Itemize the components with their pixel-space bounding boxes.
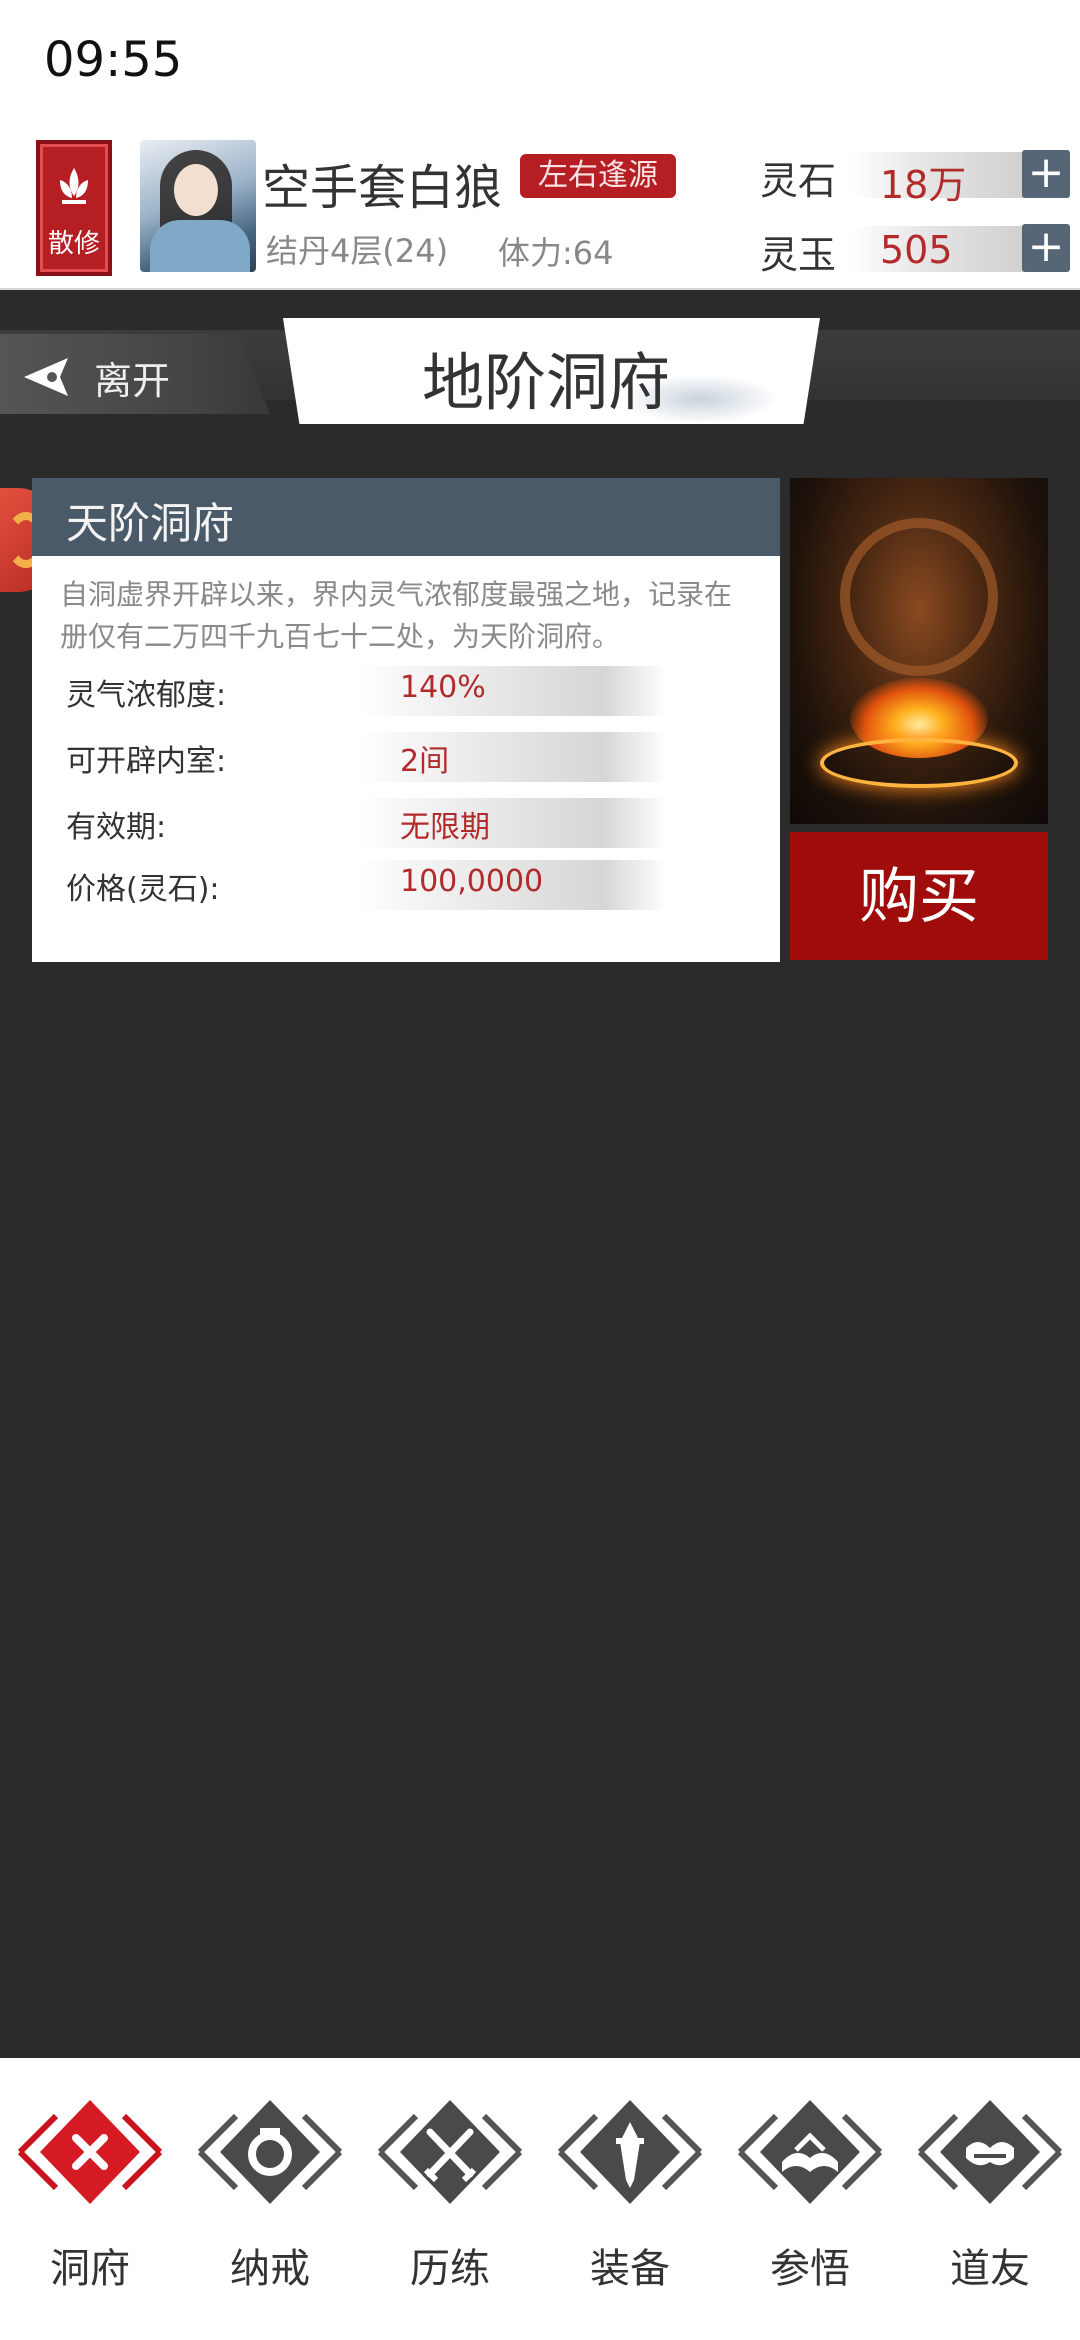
crossed-swords-icon [377, 2100, 523, 2204]
sword-icon [557, 2100, 703, 2204]
nav-label: 历练 [410, 2246, 490, 2292]
plus-icon[interactable]: + [1022, 224, 1070, 272]
info-value: 140% [400, 670, 486, 705]
cave-preview-image [790, 478, 1048, 824]
info-value: 2间 [400, 744, 450, 779]
nav-item-friends[interactable]: 道友 [900, 2058, 1080, 2340]
nav-item-equipment[interactable]: 装备 [540, 2058, 720, 2340]
cave-card: 天阶洞府 自洞虚界开辟以来，界内灵气浓郁度最强之地，记录在册仅有二万四千九百七十… [32, 478, 780, 962]
info-row: 价格(灵石): 100,0000 [66, 856, 746, 912]
info-label: 可开辟内室: [66, 744, 227, 779]
info-value: 无限期 [400, 810, 490, 845]
nav-label: 装备 [590, 2246, 670, 2292]
sect-label: 散修 [47, 229, 100, 259]
title-tab: 地阶洞府 [282, 318, 820, 424]
back-arrow-icon [24, 358, 68, 396]
player-stamina: 体力:64 [498, 234, 614, 272]
leave-label: 离开 [94, 359, 171, 403]
player-name: 空手套白狼 [262, 160, 503, 216]
sect-badge[interactable]: 散修 [36, 140, 112, 276]
info-label: 灵气浓郁度: [66, 678, 227, 713]
plus-icon[interactable]: + [1022, 150, 1070, 198]
info-row: 可开辟内室: 2间 [66, 728, 746, 784]
page-title: 地阶洞府 [421, 346, 670, 419]
title-bar: 离开 地阶洞府 [0, 290, 1080, 424]
player-title-tag: 左右逢源 [520, 154, 676, 198]
currency-label: 灵石 [760, 159, 837, 203]
info-label: 有效期: [66, 810, 167, 845]
info-value: 100,0000 [400, 864, 544, 899]
buy-button[interactable]: 购买 [790, 832, 1048, 960]
nav-label: 道友 [950, 2246, 1030, 2292]
book-icon [737, 2100, 883, 2204]
lotus-icon [60, 168, 88, 204]
cross-icon [17, 2100, 163, 2204]
status-bar: 09:55 [0, 0, 1080, 132]
nav-item-ring[interactable]: 纳戒 [180, 2058, 360, 2340]
avatar[interactable] [140, 140, 256, 272]
status-time: 09:55 [44, 32, 183, 88]
card-description: 自洞虚界开辟以来，界内灵气浓郁度最强之地，记录在册仅有二万四千九百七十二处，为天… [60, 578, 733, 653]
nav-label: 纳戒 [230, 2246, 310, 2292]
player-header: 散修 空手套白狼 左右逢源 结丹4层(24) 体力:64 灵石 18万 + 灵玉… [0, 132, 1080, 290]
info-row: 有效期: 无限期 [66, 794, 746, 850]
currency-spirit-jade: 灵玉 505 + [760, 224, 1070, 277]
nav-item-cave[interactable]: 洞府 [0, 2058, 180, 2340]
currency-value: 505 [880, 228, 953, 272]
currency-value: 18万 [880, 163, 967, 207]
handshake-icon [917, 2100, 1063, 2204]
bottom-nav: 洞府 纳戒 历练 装备 参悟 道友 [0, 2058, 1080, 2340]
player-realm: 结丹4层(24) [266, 232, 449, 270]
ring-icon [197, 2100, 343, 2204]
info-row: 灵气浓郁度: 140% [66, 662, 746, 718]
info-label: 价格(灵石): [66, 872, 220, 907]
nav-label: 参悟 [770, 2246, 850, 2292]
card-title: 天阶洞府 [66, 499, 235, 548]
nav-item-training[interactable]: 历练 [360, 2058, 540, 2340]
currency-spirit-stone: 灵石 18万 + [760, 150, 1070, 207]
nav-item-insight[interactable]: 参悟 [720, 2058, 900, 2340]
currency-label: 灵玉 [760, 233, 837, 277]
leave-button[interactable]: 离开 [0, 334, 270, 414]
card-header: 天阶洞府 [32, 478, 780, 556]
nav-label: 洞府 [50, 2246, 130, 2292]
